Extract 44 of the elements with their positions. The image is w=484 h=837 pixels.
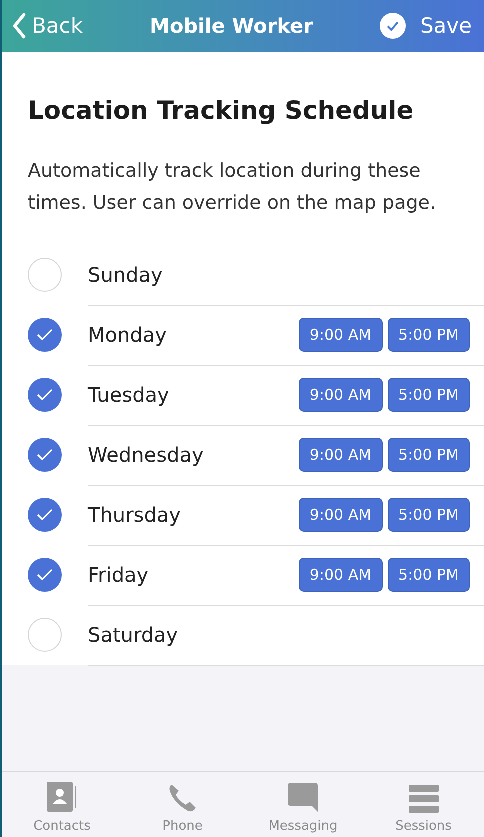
contact-card-icon: [47, 781, 78, 813]
check-icon: [37, 509, 53, 521]
start-time-button[interactable]: 9:00 AM: [298, 438, 383, 472]
check-icon: [37, 389, 53, 401]
day-label: Monday: [88, 322, 168, 346]
start-time-button[interactable]: 9:00 AM: [298, 378, 383, 412]
day-checkbox[interactable]: [28, 438, 62, 472]
speech-bubble-icon: [288, 783, 318, 813]
day-checkbox[interactable]: [28, 498, 62, 532]
check-icon: [37, 569, 53, 581]
tab-bar-item[interactable]: Phone: [122, 772, 243, 837]
day-label: Sunday: [88, 262, 164, 286]
end-time-button[interactable]: 5:00 PM: [388, 378, 470, 412]
day-checkbox[interactable]: [28, 378, 62, 412]
day-checkbox[interactable]: [28, 318, 62, 352]
day-label: Friday: [88, 562, 150, 586]
start-time-button[interactable]: 9:00 AM: [298, 318, 383, 352]
window-title: Mobile Worker: [149, 14, 314, 38]
back-button[interactable]: Back: [12, 13, 83, 39]
day-label: Tuesday: [88, 382, 170, 406]
start-time-button[interactable]: 9:00 AM: [298, 558, 383, 592]
tab-bar-item[interactable]: Sessions: [364, 772, 484, 837]
tab-bar-item[interactable]: Contacts: [2, 772, 122, 837]
save-button[interactable]: Save: [380, 13, 472, 39]
day-checkbox[interactable]: [28, 558, 62, 592]
day-checkbox[interactable]: [28, 258, 62, 292]
description-text: Automatically track location during these times. User can override on the map page.: [28, 159, 438, 216]
check-icon: [37, 449, 53, 461]
tab-bar-item[interactable]: Messaging: [243, 772, 364, 837]
end-time-button[interactable]: 5:00 PM: [388, 438, 470, 472]
chevron-left-icon: [12, 13, 26, 39]
end-time-button[interactable]: 5:00 PM: [388, 558, 470, 592]
menu-icon: [408, 785, 439, 813]
day-checkbox[interactable]: [28, 618, 62, 652]
day-label: Thursday: [88, 502, 182, 526]
day-label: Saturday: [88, 622, 180, 646]
section-heading: Location Tracking Schedule: [28, 96, 415, 125]
end-time-button[interactable]: 5:00 PM: [388, 498, 470, 532]
start-time-button[interactable]: 9:00 AM: [298, 498, 383, 532]
check-circle-icon: [380, 13, 406, 39]
phone-icon: [168, 783, 198, 813]
end-time-button[interactable]: 5:00 PM: [388, 318, 470, 352]
day-label: Wednesday: [88, 442, 205, 466]
check-icon: [37, 329, 53, 341]
